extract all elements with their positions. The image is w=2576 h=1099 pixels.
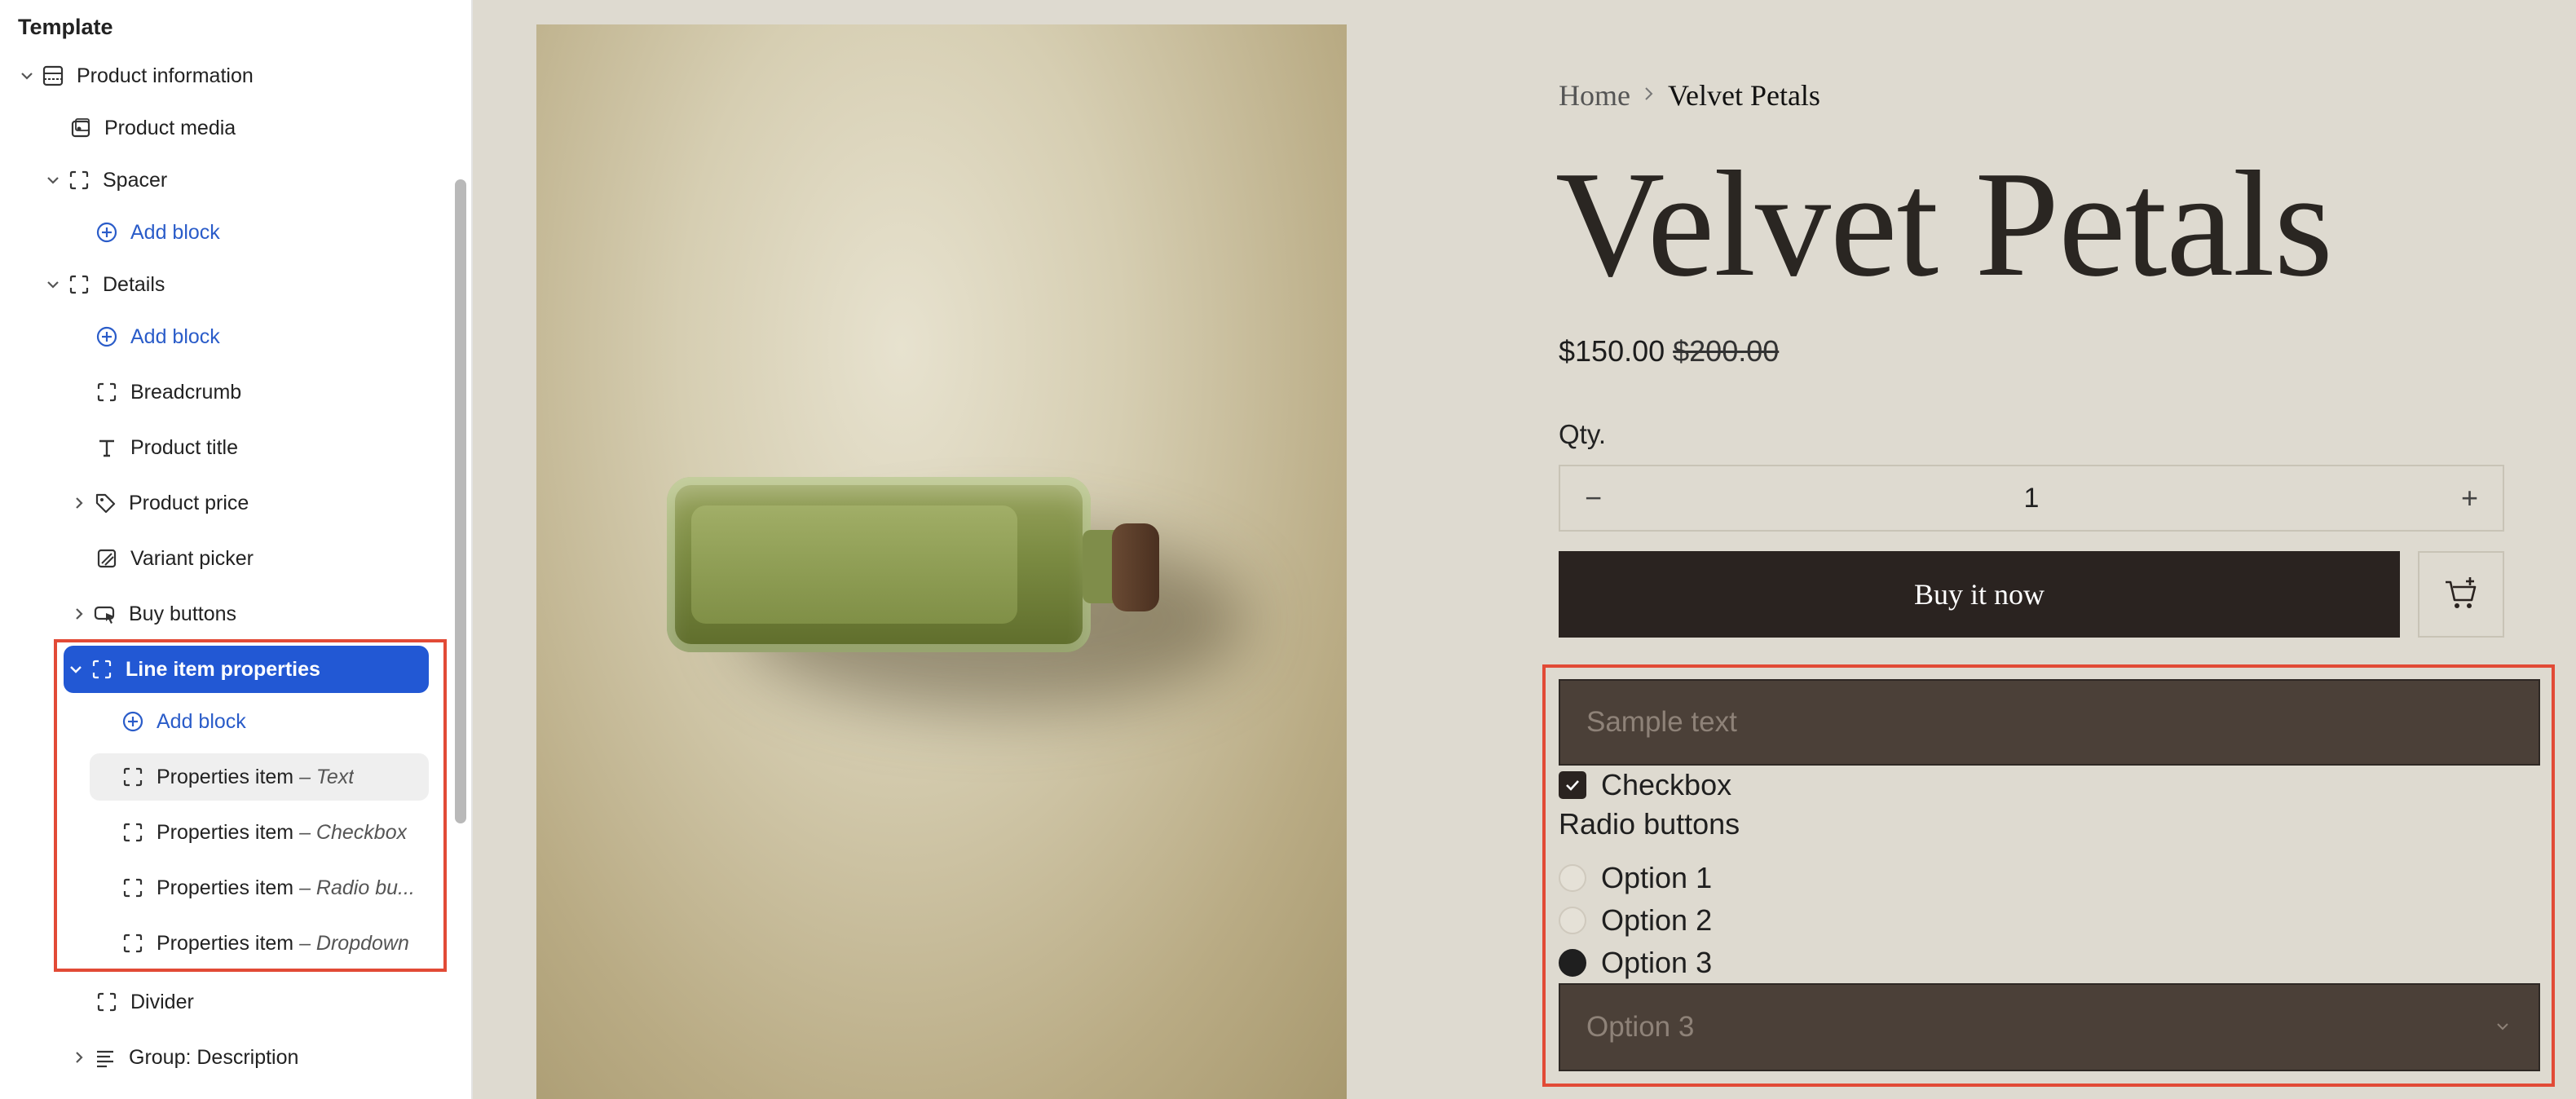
sidebar-item-divider[interactable]: Divider — [93, 978, 435, 1026]
radio-selected-icon[interactable] — [1559, 949, 1586, 977]
properties-dropdown[interactable]: Option 3 — [1559, 983, 2540, 1071]
breadcrumb-current: Velvet Petals — [1667, 79, 1820, 112]
sidebar-item-label: Variant picker — [130, 546, 254, 570]
chevron-right-icon[interactable] — [67, 590, 91, 638]
text-lines-icon — [91, 1044, 119, 1071]
sidebar-item-label: Buy buttons — [129, 602, 237, 625]
quantity-value[interactable]: 1 — [2024, 483, 2040, 514]
radio-unselected-icon[interactable] — [1559, 907, 1586, 934]
sidebar-item-label: Product price — [129, 491, 249, 514]
product-preview: Home Velvet Petals Velvet Petals $150.00… — [474, 0, 2576, 1099]
add-to-cart-button[interactable] — [2418, 551, 2504, 638]
product-title: Velvet Petals — [1555, 140, 2333, 308]
quantity-stepper: − 1 + — [1559, 465, 2504, 532]
sale-price: $150.00 — [1559, 334, 1665, 368]
sidebar-item-breadcrumb[interactable]: Breadcrumb — [93, 369, 435, 416]
chevron-down-icon[interactable] — [15, 52, 39, 99]
checkbox-checked-icon[interactable] — [1559, 771, 1586, 799]
media-icon — [67, 114, 95, 142]
section-icon — [39, 62, 67, 90]
radio-label: Option 3 — [1601, 946, 1713, 979]
sidebar-item-label: Divider — [130, 990, 194, 1013]
compare-at-price: $200.00 — [1673, 334, 1780, 368]
radio-option-1[interactable]: Option 1 — [1559, 861, 1712, 895]
radio-option-2[interactable]: Option 2 — [1559, 903, 1712, 938]
sidebar-item-label: Spacer — [103, 168, 168, 192]
product-price: $150.00 $200.00 — [1559, 334, 1779, 369]
add-block-button[interactable]: Add block — [93, 209, 435, 256]
sidebar-item-buy-buttons[interactable]: Buy buttons — [67, 590, 434, 638]
sidebar-item-group-description[interactable]: Group: Description — [67, 1034, 434, 1081]
perfume-bottle-cap — [1112, 523, 1159, 611]
plus-circle-icon — [93, 323, 121, 351]
perfume-bottle-liquid — [691, 505, 1017, 624]
buy-it-now-button[interactable]: Buy it now — [1559, 551, 2400, 638]
sidebar-item-product-title[interactable]: Product title — [93, 424, 435, 471]
block-icon — [65, 271, 93, 298]
sidebar-item-label: Product title — [130, 435, 239, 459]
add-block-button[interactable]: Add block — [93, 313, 435, 360]
sidebar-item-details[interactable]: Details — [41, 261, 432, 308]
variant-icon — [93, 545, 121, 572]
text-icon — [93, 434, 121, 461]
editor-sidebar: Template Product information Product med… — [0, 0, 473, 1099]
chevron-right-icon[interactable] — [67, 479, 91, 527]
checkbox-label: Checkbox — [1601, 768, 1732, 801]
sidebar-item-variant-picker[interactable]: Variant picker — [93, 535, 435, 582]
breadcrumb: Home Velvet Petals — [1559, 78, 1820, 113]
quantity-label: Qty. — [1559, 419, 1607, 449]
sidebar-item-label: Product media — [104, 116, 236, 139]
chevron-down-icon[interactable] — [41, 157, 65, 204]
block-icon — [93, 988, 121, 1016]
quantity-decrease-button[interactable]: − — [1585, 481, 1602, 515]
radio-option-3[interactable]: Option 3 — [1559, 946, 1712, 980]
sidebar-item-product-media[interactable]: Product media — [67, 104, 434, 152]
chevron-down-icon[interactable] — [41, 261, 65, 308]
dropdown-value: Option 3 — [1586, 1011, 1695, 1043]
price-tag-icon — [91, 489, 119, 517]
radio-label: Option 1 — [1601, 861, 1713, 894]
cart-plus-icon — [2446, 577, 2477, 608]
add-block-label: Add block — [130, 220, 220, 244]
radio-group-title: Radio buttons — [1559, 807, 1740, 841]
properties-checkbox[interactable]: Checkbox — [1559, 768, 1731, 802]
sidebar-item-product-price[interactable]: Product price — [67, 479, 434, 527]
block-icon — [65, 166, 93, 194]
sidebar-item-label: Breadcrumb — [130, 380, 242, 404]
sidebar-highlight-box — [54, 639, 447, 972]
add-block-label: Add block — [130, 324, 220, 348]
chevron-down-icon — [2493, 1011, 2512, 1044]
radio-label: Option 2 — [1601, 903, 1713, 937]
chevron-right-icon[interactable] — [67, 1034, 91, 1081]
block-icon — [93, 378, 121, 406]
quantity-increase-button[interactable]: + — [2461, 481, 2478, 515]
sidebar-item-label: Details — [103, 272, 165, 296]
breadcrumb-home-link[interactable]: Home — [1559, 78, 1630, 113]
sidebar-scrollbar[interactable] — [455, 179, 466, 823]
sidebar-item-label: Group: Description — [129, 1045, 299, 1069]
chevron-right-icon — [1642, 82, 1656, 109]
plus-circle-icon — [93, 218, 121, 246]
sidebar-title: Template — [18, 15, 113, 39]
cursor-button-icon — [91, 600, 119, 628]
sidebar-item-spacer[interactable]: Spacer — [41, 157, 432, 204]
properties-text-input[interactable]: Sample text — [1559, 679, 2540, 766]
sidebar-item-label: Product information — [77, 64, 254, 87]
sidebar-item-product-information[interactable]: Product information — [15, 52, 439, 99]
product-image — [536, 24, 1347, 1099]
radio-unselected-icon[interactable] — [1559, 864, 1586, 892]
